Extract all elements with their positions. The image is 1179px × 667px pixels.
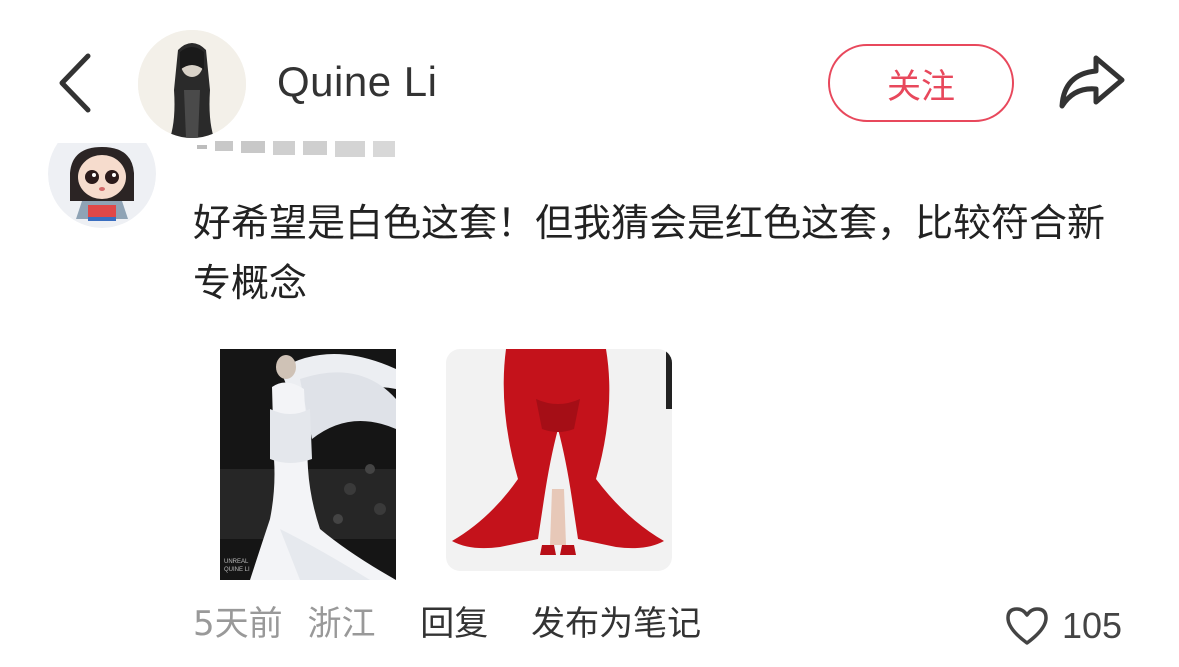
- comment-location: 浙江: [307, 604, 376, 644]
- like-button[interactable]: 105: [1004, 603, 1122, 649]
- clipped-name-strokes: [197, 141, 395, 157]
- share-button[interactable]: [1056, 52, 1126, 112]
- commenter-avatar-image: [48, 143, 156, 228]
- reply-button[interactable]: 回复: [420, 599, 488, 649]
- author-name[interactable]: Quine Li: [277, 58, 437, 106]
- like-count: 105: [1062, 605, 1123, 646]
- author-avatar[interactable]: [138, 30, 246, 138]
- follow-button[interactable]: 关注: [828, 44, 1014, 122]
- image-caption-line1: UNREAL: [224, 559, 249, 565]
- chevron-left-icon: [59, 53, 91, 113]
- comment-image-red-gown[interactable]: [446, 349, 672, 571]
- author-avatar-image: [138, 30, 246, 138]
- share-icon: [1059, 55, 1125, 109]
- commenter-name-clipped: [195, 141, 405, 159]
- heart-icon: [1006, 607, 1048, 645]
- comment-text: 好希望是白色这套！但我猜会是红色这套，比较符合新专概念: [193, 201, 1106, 305]
- white-gown-photo: UNREAL QUINE LI: [220, 349, 396, 580]
- comment-detail-screen: Quine Li 关注 好希望是白色这套！但我猜会是红色这套，比较符合新专概念 …: [0, 0, 1179, 667]
- back-button[interactable]: [48, 50, 100, 116]
- comment-meta-row: 5天前 浙江 回复 发布为笔记: [193, 599, 733, 649]
- commenter-avatar[interactable]: [48, 143, 156, 228]
- comment-image-white-gown[interactable]: UNREAL QUINE LI: [220, 349, 396, 580]
- publish-as-note-button[interactable]: 发布为笔记: [531, 599, 701, 649]
- comment-time: 5天前: [193, 604, 283, 644]
- image-caption-line2: QUINE LI: [224, 567, 250, 573]
- red-gown-photo: [446, 349, 672, 571]
